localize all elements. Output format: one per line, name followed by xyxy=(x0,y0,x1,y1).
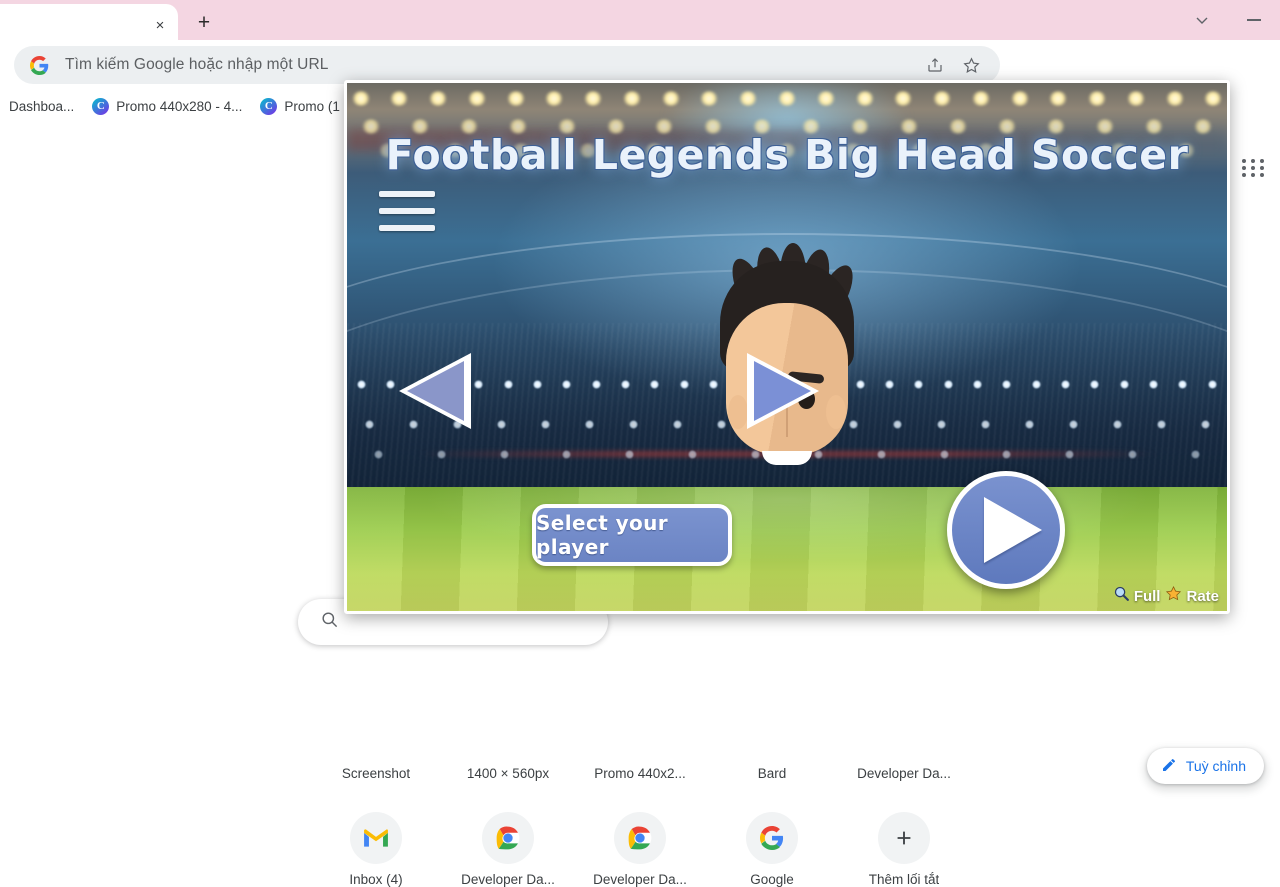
bookmark-item[interactable]: C Promo 440x280 - 4... xyxy=(83,93,251,119)
minimize-button[interactable] xyxy=(1228,0,1280,40)
search-icon xyxy=(320,610,339,634)
shortcut-label: Thêm lối tắt xyxy=(869,872,940,887)
shortcut-tile-inbox[interactable]: Inbox (4) xyxy=(310,812,442,887)
chrome-icon xyxy=(482,812,534,864)
shortcut-label: 1400 × 560px xyxy=(467,750,549,781)
customize-label: Tuỳ chỉnh xyxy=(1186,758,1246,774)
grid-dot xyxy=(1242,166,1246,170)
grid-dot xyxy=(1242,159,1246,163)
select-button-label: Select your player xyxy=(536,511,728,559)
gmail-icon xyxy=(350,812,402,864)
grid-dot xyxy=(1251,166,1255,170)
canva-icon: C xyxy=(92,98,109,115)
grid-dot xyxy=(1242,173,1246,177)
grid-dot xyxy=(1251,173,1255,177)
shortcut-tile[interactable]: Screenshot xyxy=(310,750,442,781)
minimize-icon xyxy=(1247,19,1261,21)
tab-close-icon[interactable]: × xyxy=(150,15,170,35)
address-bar[interactable]: Tìm kiếm Google hoặc nhập một URL xyxy=(14,46,1000,84)
add-shortcut-tile[interactable]: Thêm lối tắt xyxy=(838,812,970,887)
bookmark-label: Promo (1 xyxy=(284,99,340,114)
browser-window: × + Tìm kiếm xyxy=(0,0,1280,800)
shortcut-tile-devdash-1[interactable]: Developer Da... xyxy=(442,812,574,887)
pencil-icon xyxy=(1161,757,1177,776)
shortcut-tile[interactable]: Bard xyxy=(706,750,838,781)
omnibox-actions xyxy=(920,46,986,84)
fullscreen-button[interactable]: Full xyxy=(1113,585,1161,607)
shortcut-label: Google xyxy=(750,872,794,887)
game-title: Football Legends Big Head Soccer xyxy=(347,131,1227,179)
google-apps-grid-icon[interactable] xyxy=(1242,156,1266,180)
avatar-ear xyxy=(728,395,748,429)
shortcut-tile[interactable]: Promo 440x2... xyxy=(574,750,706,781)
canva-icon: C xyxy=(260,98,277,115)
shortcuts-row-2: Inbox (4) Developer Da... xyxy=(0,812,1280,887)
arrow-right-icon[interactable] xyxy=(747,341,843,437)
shortcut-tile-devdash-2[interactable]: Developer Da... xyxy=(574,812,706,887)
magnifier-icon xyxy=(1113,585,1130,607)
game-overlay[interactable]: Football Legends Big Head Soccer xyxy=(344,80,1230,614)
grid-dot xyxy=(1260,173,1264,177)
shortcut-tile-google[interactable]: Google xyxy=(706,812,838,887)
light-row xyxy=(347,91,1227,106)
grid-dot xyxy=(1260,166,1264,170)
plus-icon xyxy=(878,812,930,864)
shortcut-tile[interactable]: 1400 × 560px xyxy=(442,750,574,781)
rate-button[interactable]: Rate xyxy=(1165,585,1219,607)
tab-search-button[interactable] xyxy=(1176,0,1228,40)
grid-dot xyxy=(1251,159,1255,163)
shortcut-tile[interactable]: Developer Da... xyxy=(838,750,970,781)
grid-dot xyxy=(1260,159,1264,163)
shortcut-label: Screenshot xyxy=(342,750,410,781)
tab-active[interactable]: × xyxy=(0,4,178,40)
shortcut-label: Bard xyxy=(758,750,787,781)
hamburger-menu-icon[interactable] xyxy=(379,191,435,231)
star-icon xyxy=(1165,585,1182,607)
new-tab-button[interactable]: + xyxy=(190,8,218,36)
chevron-down-icon xyxy=(1195,13,1209,27)
share-icon[interactable] xyxy=(920,50,950,80)
bookmark-star-icon[interactable] xyxy=(956,50,986,80)
customize-button[interactable]: Tuỳ chỉnh xyxy=(1147,748,1264,784)
rate-label: Rate xyxy=(1186,588,1219,605)
shortcut-label: Developer Da... xyxy=(593,872,687,887)
game-footer-bar: Full Rate xyxy=(1113,585,1219,607)
shortcut-label: Developer Da... xyxy=(461,872,555,887)
address-bar-placeholder: Tìm kiếm Google hoặc nhập một URL xyxy=(65,56,328,74)
play-triangle xyxy=(984,497,1042,563)
bookmark-item[interactable]: Dashboa... xyxy=(0,93,83,119)
pitch-glow xyxy=(347,487,1227,611)
select-your-player-button[interactable]: Select your player xyxy=(532,504,732,566)
google-g-icon xyxy=(746,812,798,864)
shortcut-label: Developer Da... xyxy=(857,750,951,781)
play-circle-icon[interactable] xyxy=(947,471,1065,589)
tab-strip: × + xyxy=(0,0,1280,40)
bookmark-label: Promo 440x280 - 4... xyxy=(116,99,242,114)
arrow-left-icon[interactable] xyxy=(399,341,495,437)
bookmark-item[interactable]: C Promo (1 xyxy=(251,93,349,119)
avatar-smile xyxy=(762,451,812,465)
chrome-icon xyxy=(614,812,666,864)
window-controls xyxy=(1176,0,1280,40)
google-g-icon xyxy=(30,56,49,75)
fullscreen-label: Full xyxy=(1134,588,1161,605)
shortcut-label: Promo 440x2... xyxy=(594,750,686,781)
shortcuts-row-1: Screenshot 1400 × 560px Promo 440x2... B… xyxy=(0,750,1280,781)
bookmark-label: Dashboa... xyxy=(9,99,74,114)
shortcut-label: Inbox (4) xyxy=(349,872,402,887)
